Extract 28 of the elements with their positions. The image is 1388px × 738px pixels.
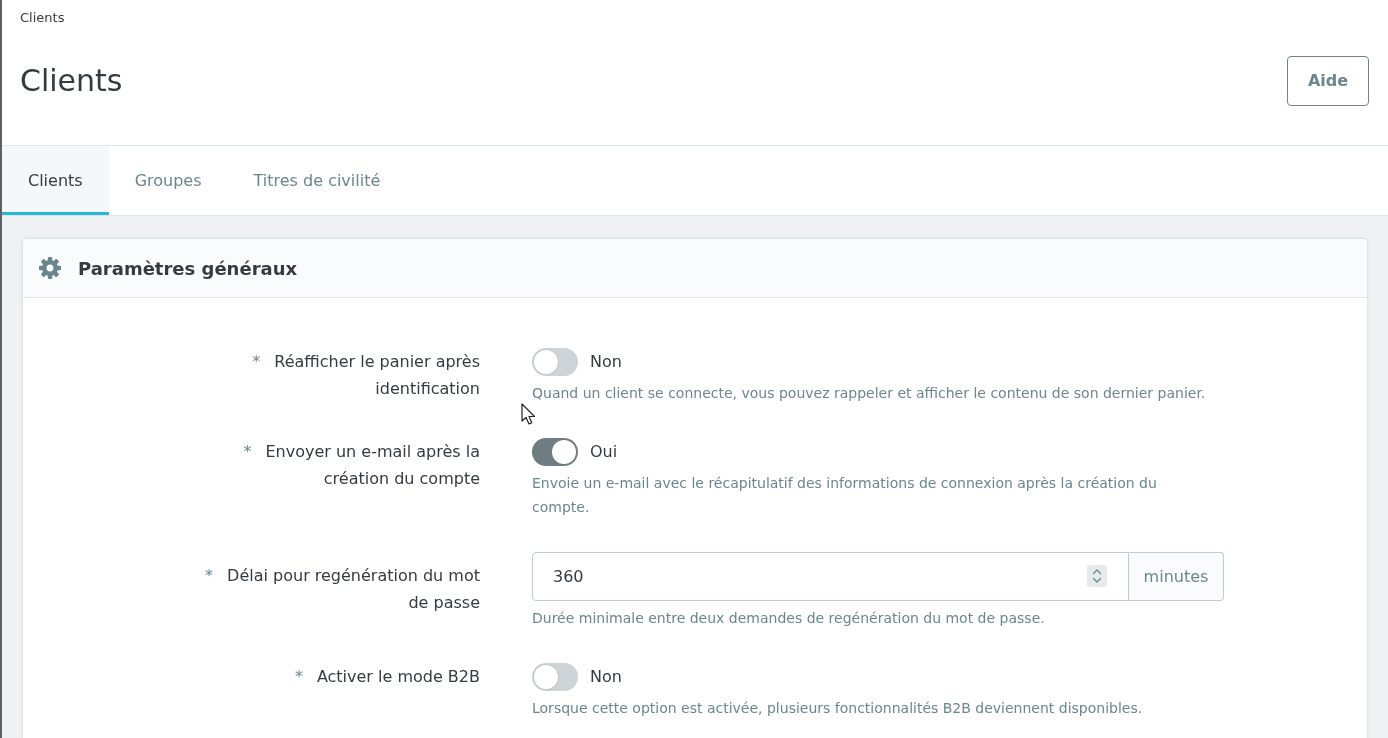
field-label: Envoyer un e-mail après la création du compte [265, 442, 480, 488]
toggle-switch[interactable] [532, 663, 578, 691]
switch-state-label: Non [590, 666, 622, 688]
toggle-switch[interactable] [532, 438, 578, 466]
stepper-icon[interactable] [1087, 565, 1107, 587]
settings-icon [38, 256, 62, 280]
field-label: Délai pour regénération du mot de passe [227, 566, 480, 612]
help-text: Durée minimale entre deux demandes de regénération du mot de passe. [532, 609, 1046, 628]
panel-title: Paramètres généraux [78, 256, 298, 281]
help-button[interactable]: Aide [1287, 56, 1369, 106]
required-marker: * [243, 442, 252, 461]
page-title: Clients [20, 62, 123, 100]
switch-state-label: Non [590, 351, 622, 373]
tab[interactable]: Clients [2, 146, 109, 215]
help-text: Quand un client se connecte, vous pouvez rappeler et afficher le contenu de son dernier panier. [532, 384, 1207, 403]
help-text: Lorsque cette option est activée, plusieurs fonctionnalités B2B deviennent disponibles. [532, 699, 1144, 718]
required-marker: * [252, 352, 261, 371]
switch-state-label: Oui [590, 441, 618, 463]
required-marker: * [205, 566, 214, 585]
number-input[interactable]: 360 [532, 552, 1129, 601]
help-text: Envoie un e-mail avec le récapitulatif des informations de connexion après la création du compte. [532, 474, 1158, 517]
required-marker: * [294, 667, 303, 686]
field-label: Réafficher le panier après identification [274, 352, 480, 398]
unit-label: minutes [1129, 552, 1224, 601]
field-label: Activer le mode B2B [316, 667, 480, 686]
mouse-pointer-icon [521, 403, 536, 425]
breadcrumb-link[interactable]: Clients [20, 9, 65, 27]
toggle-switch[interactable] [532, 348, 578, 376]
